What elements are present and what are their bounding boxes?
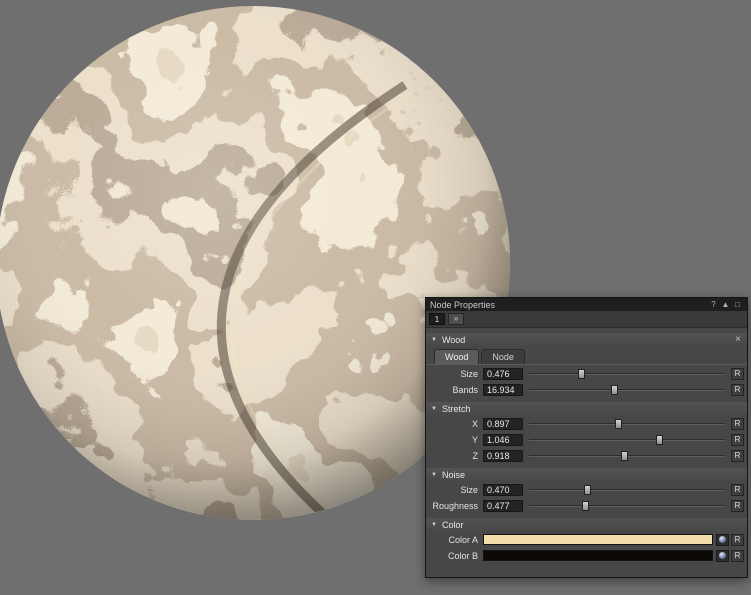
section-header-stretch[interactable]: ▼ Stretch <box>426 402 747 415</box>
property-row-stretch-x: X 0.897 R <box>426 416 747 431</box>
property-row-size: Size 0.476 R <box>426 366 747 381</box>
slider-track <box>529 505 725 507</box>
noise-size-value-field[interactable]: 0.470 <box>483 484 523 496</box>
slider-handle[interactable] <box>578 369 585 379</box>
color-picker-icon[interactable] <box>716 550 729 562</box>
size-label: Size <box>426 369 483 379</box>
property-row-roughness: Roughness 0.477 R <box>426 498 747 513</box>
reset-button[interactable]: R <box>731 450 744 462</box>
noise-size-label: Size <box>426 485 483 495</box>
slider-track <box>529 389 725 391</box>
tab-bar: Wood Node <box>426 348 747 365</box>
slider-handle[interactable] <box>611 385 618 395</box>
color-b-label: Color B <box>426 551 483 561</box>
color-picker-icon[interactable] <box>716 534 729 546</box>
reset-button[interactable]: R <box>731 418 744 430</box>
reset-button[interactable]: R <box>731 368 744 380</box>
reset-button[interactable]: R <box>731 550 744 562</box>
panel-toolbar: » <box>426 311 747 328</box>
slider-handle[interactable] <box>656 435 663 445</box>
slider-handle[interactable] <box>621 451 628 461</box>
node-properties-panel: Node Properties ? ▲ □ » ▼ Wood × Wood No… <box>425 297 748 578</box>
panel-title: Node Properties <box>430 300 495 310</box>
stretch-y-label: Y <box>426 435 483 445</box>
stretch-z-label: Z <box>426 451 483 461</box>
bands-value-field[interactable]: 16.934 <box>483 384 523 396</box>
pin-icon[interactable]: ▲ <box>720 300 731 309</box>
slider-track <box>529 489 725 491</box>
panel-body: ▼ Wood × Wood Node Size 0.476 R Bands 16… <box>426 328 747 577</box>
stretch-z-slider[interactable] <box>529 450 725 462</box>
reset-button[interactable]: R <box>731 434 744 446</box>
stretch-x-value-field[interactable]: 0.897 <box>483 418 523 430</box>
collapse-icon[interactable]: ▼ <box>431 522 437 528</box>
detach-icon[interactable]: □ <box>732 300 743 309</box>
collapse-icon[interactable]: ▼ <box>431 472 437 478</box>
bands-slider[interactable] <box>529 384 725 396</box>
slider-track <box>529 373 725 375</box>
reset-button[interactable]: R <box>731 384 744 396</box>
slider-handle[interactable] <box>582 501 589 511</box>
section-label-color: Color <box>442 520 464 530</box>
stretch-y-value-field[interactable]: 1.046 <box>483 434 523 446</box>
color-a-label: Color A <box>426 535 483 545</box>
stretch-x-label: X <box>426 419 483 429</box>
property-row-bands: Bands 16.934 R <box>426 382 747 397</box>
slider-track <box>529 439 725 441</box>
reset-button[interactable]: R <box>731 534 744 546</box>
tab-node[interactable]: Node <box>481 349 525 364</box>
property-row-noise-size: Size 0.470 R <box>426 482 747 497</box>
color-b-swatch[interactable] <box>483 550 713 561</box>
noise-size-slider[interactable] <box>529 484 725 496</box>
size-value-field[interactable]: 0.476 <box>483 368 523 380</box>
help-icon[interactable]: ? <box>708 300 719 309</box>
roughness-value-field[interactable]: 0.477 <box>483 500 523 512</box>
stretch-y-slider[interactable] <box>529 434 725 446</box>
reset-button[interactable]: R <box>731 500 744 512</box>
bands-label: Bands <box>426 385 483 395</box>
property-row-color-a: Color A R <box>426 532 747 547</box>
section-header-wood[interactable]: ▼ Wood × <box>426 333 747 346</box>
section-label-stretch: Stretch <box>442 404 471 414</box>
property-row-stretch-z: Z 0.918 R <box>426 448 747 463</box>
size-slider[interactable] <box>529 368 725 380</box>
section-header-color[interactable]: ▼ Color <box>426 518 747 531</box>
slider-track <box>529 423 725 425</box>
collapse-icon[interactable]: ▼ <box>431 337 437 343</box>
roughness-label: Roughness <box>426 501 483 511</box>
section-label-noise: Noise <box>442 470 465 480</box>
slider-handle[interactable] <box>615 419 622 429</box>
close-icon[interactable]: × <box>734 335 742 345</box>
property-row-color-b: Color B R <box>426 548 747 563</box>
expand-button[interactable]: » <box>448 313 464 325</box>
section-label-wood: Wood <box>442 335 465 345</box>
slider-handle[interactable] <box>584 485 591 495</box>
roughness-slider[interactable] <box>529 500 725 512</box>
section-header-noise[interactable]: ▼ Noise <box>426 468 747 481</box>
index-field[interactable] <box>429 313 445 325</box>
collapse-icon[interactable]: ▼ <box>431 406 437 412</box>
stretch-z-value-field[interactable]: 0.918 <box>483 450 523 462</box>
reset-button[interactable]: R <box>731 484 744 496</box>
panel-titlebar[interactable]: Node Properties ? ▲ □ <box>426 298 747 311</box>
tab-wood[interactable]: Wood <box>434 349 479 364</box>
color-a-swatch[interactable] <box>483 534 713 545</box>
stretch-x-slider[interactable] <box>529 418 725 430</box>
property-row-stretch-y: Y 1.046 R <box>426 432 747 447</box>
